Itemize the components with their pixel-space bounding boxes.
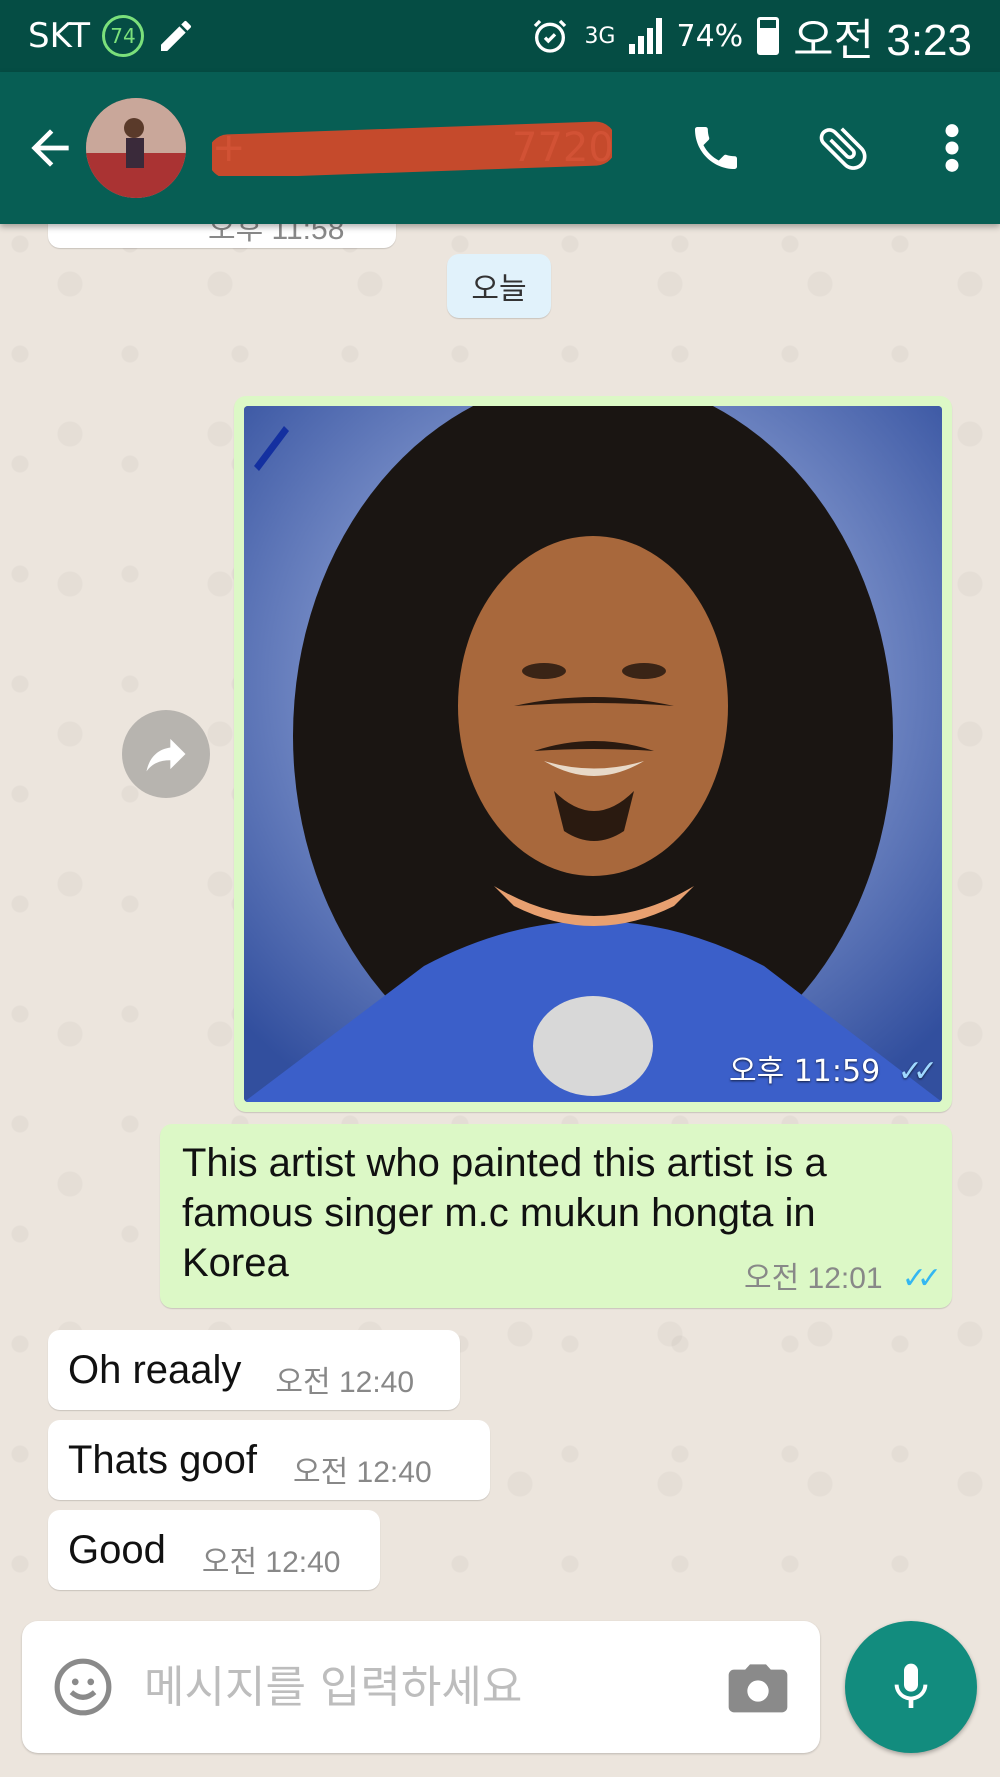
clock: 오전 3:23	[793, 16, 972, 65]
date-chip: 오늘	[447, 254, 551, 318]
message-time: 오전 12:40	[275, 1366, 415, 1399]
forward-icon	[146, 738, 186, 772]
read-ticks-icon: ✓✓	[901, 1262, 942, 1295]
phone-icon[interactable]	[688, 120, 744, 176]
message-text: Oh reaaly	[68, 1347, 242, 1392]
status-bar: SKT 74 3G 74% 오전 3:23	[0, 0, 1000, 72]
alarm-icon	[534, 19, 567, 53]
date-chip-label: 오늘	[471, 272, 527, 307]
microphone-icon	[894, 1663, 928, 1708]
carrier-label: SKT	[28, 16, 91, 56]
incoming-message[interactable]: Oh reaaly 오전 12:40	[48, 1330, 460, 1410]
more-options-icon[interactable]	[942, 122, 962, 174]
emoji-icon[interactable]	[52, 1656, 114, 1718]
message-time: 오전 12:40	[293, 1456, 432, 1489]
chat-area[interactable]: 오후 11:58 오늘 오후 11:59 ✓✓ This artist who …	[0, 184, 1000, 1609]
status-right: 3G 74% 오전 3:23	[530, 4, 972, 68]
photo-time: 오후 11:59	[728, 1054, 881, 1089]
mic-button[interactable]	[845, 1621, 977, 1753]
forward-button[interactable]	[122, 710, 210, 798]
battery-percent: 74%	[676, 18, 744, 54]
network-type: 3G	[584, 23, 616, 49]
header-actions	[688, 119, 978, 177]
pencil-icon	[161, 20, 192, 51]
read-ticks-icon: ✓✓	[897, 1054, 938, 1089]
signal-icon	[629, 18, 663, 54]
status-left: SKT 74	[28, 15, 196, 57]
message-time: 오전 12:01	[743, 1262, 883, 1295]
message-meta: 오전 12:01 ✓✓	[743, 1253, 942, 1298]
portrait-image	[244, 406, 942, 1102]
message-text: Good	[68, 1527, 166, 1572]
message-composer	[22, 1621, 820, 1753]
battery-icon	[757, 17, 780, 55]
back-arrow-icon[interactable]	[22, 120, 78, 176]
message-text: Thats goof	[68, 1437, 258, 1482]
avatar-photo	[86, 98, 186, 198]
photo-meta: 오후 11:59 ✓✓	[728, 1046, 938, 1090]
contact-name[interactable]: + 7720	[212, 120, 612, 176]
notification-badge: 74	[102, 15, 145, 57]
camera-icon[interactable]	[726, 1659, 790, 1715]
incoming-message[interactable]: Thats goof 오전 12:40	[48, 1420, 490, 1500]
outgoing-message[interactable]: This artist who painted this artist is a…	[160, 1124, 952, 1308]
chat-header: + 7720	[0, 72, 1000, 224]
attach-icon[interactable]	[814, 119, 872, 177]
incoming-message[interactable]: Good 오전 12:40	[48, 1510, 380, 1590]
message-time: 오전 12:40	[201, 1546, 341, 1579]
message-photo[interactable]: 오후 11:59 ✓✓	[244, 406, 942, 1102]
avatar[interactable]	[86, 98, 186, 198]
message-input[interactable]	[144, 1661, 726, 1713]
